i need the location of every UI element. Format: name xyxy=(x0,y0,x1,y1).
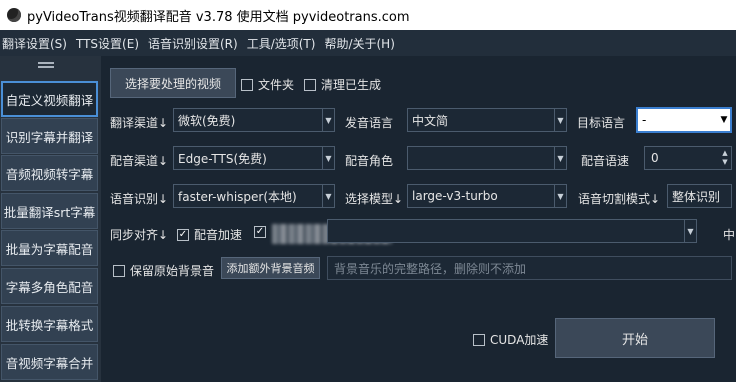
translate-channel-select[interactable]: 微软(免费) ▼ xyxy=(173,108,335,132)
voice-role-select[interactable]: ▼ xyxy=(407,146,567,170)
model-select[interactable]: large-v3-turbo ▼ xyxy=(407,184,567,208)
start-button[interactable]: 开始 xyxy=(555,318,715,358)
menu-help-about[interactable]: 帮助/关于(H) xyxy=(324,35,394,52)
menu-translation-settings[interactable]: 翻译设置(S) xyxy=(2,35,67,52)
sidebar-item-recognize-translate[interactable]: 识别字幕并翻译 xyxy=(1,118,98,154)
chevron-down-icon: ▼ xyxy=(720,115,728,125)
menu-bar: 翻译设置(S) TTS设置(E) 语音识别设置(R) 工具/选项(T) 帮助/关… xyxy=(0,30,736,56)
extra-option-checkbox-box[interactable]: ✓ xyxy=(254,226,266,238)
clear-generated-checkbox[interactable]: 清理已生成 xyxy=(304,76,381,93)
folder-checkbox-label: 文件夹 xyxy=(258,78,295,92)
speech-rate-value: 0 xyxy=(651,151,659,165)
voice-role-label: 配音角色 xyxy=(345,154,394,168)
title-bar: pyVideoTrans视频翻译配音 v3.78 使用文档 pyvideotra… xyxy=(0,0,736,30)
tts-speedup-checkbox[interactable]: ✓ 配音加速 xyxy=(177,226,242,243)
main-panel: 选择要处理的视频 文件夹 清理已生成 翻译渠道↓ 微软(免费) ▼ 发音语言 中… xyxy=(101,56,736,382)
split-mode-label[interactable]: 语音切割模式↓ xyxy=(578,190,660,207)
translate-channel-value: 微软(免费) xyxy=(178,113,236,128)
select-video-button[interactable]: 选择要处理的视频 xyxy=(110,68,236,98)
sync-align-label[interactable]: 同步对齐↓ xyxy=(110,226,168,243)
sidebar-item-batch-subtitle-dubbing[interactable]: 批量为字幕配音 xyxy=(1,230,98,266)
menu-asr-settings[interactable]: 语音识别设置(R) xyxy=(148,35,238,52)
sidebar-item-batch-translate-srt[interactable]: 批量翻译srt字幕 xyxy=(1,193,98,229)
keep-bgm-checkbox[interactable]: 保留原始背景音 xyxy=(113,262,214,279)
window-title: pyVideoTrans视频翻译配音 v3.78 使用文档 pyvideotra… xyxy=(27,9,410,25)
tts-channel-select[interactable]: Edge-TTS(免费) ▼ xyxy=(173,146,335,170)
clear-generated-checkbox-box[interactable] xyxy=(304,78,316,91)
translate-channel-label[interactable]: 翻译渠道↓ xyxy=(110,114,168,131)
speech-rate-spinbox[interactable]: 0 ▲ ▼ xyxy=(644,146,732,170)
chevron-down-icon: ▼ xyxy=(322,109,334,131)
speech-rate-label: 配音语速 xyxy=(581,154,630,168)
model-value: large-v3-turbo xyxy=(412,189,498,203)
asr-select[interactable]: faster-whisper(本地) ▼ xyxy=(173,184,335,208)
asr-label[interactable]: 语音识别↓ xyxy=(110,190,168,207)
cuda-checkbox-label: CUDA加速 xyxy=(490,333,549,347)
keep-bgm-checkbox-box[interactable] xyxy=(113,264,125,277)
clear-generated-checkbox-label: 清理已生成 xyxy=(321,78,382,92)
sidebar-item-multi-role-dubbing[interactable]: 字幕多角色配音 xyxy=(1,268,98,304)
bgm-path-input[interactable]: 背景音乐的完整路径，删除则不添加 xyxy=(327,256,732,280)
target-language-select[interactable]: - ▼ xyxy=(636,107,732,133)
keep-bgm-checkbox-label: 保留原始背景音 xyxy=(130,264,215,278)
sidebar-item-audio-video-to-subtitle[interactable]: 音频视频转字幕 xyxy=(1,155,98,191)
chevron-down-icon: ▼ xyxy=(554,185,566,207)
tts-channel-label[interactable]: 配音渠道↓ xyxy=(110,152,168,169)
option-select[interactable]: ▼ xyxy=(327,219,697,243)
cuda-checkbox[interactable]: CUDA加速 xyxy=(473,331,548,348)
sidebar-item-merge-av-subtitle[interactable]: 音视频字幕合并 xyxy=(1,344,98,380)
chevron-down-icon: ▼ xyxy=(322,185,334,207)
chevron-down-icon: ▼ xyxy=(684,220,696,242)
trailing-label: 中 xyxy=(723,228,736,242)
split-mode-value: 整体识别 xyxy=(672,189,721,204)
stepper-arrows-icon[interactable]: ▲ ▼ xyxy=(719,147,731,169)
chevron-down-icon: ▼ xyxy=(554,109,566,131)
app-logo-icon xyxy=(7,8,21,22)
source-language-select[interactable]: 中文简 ▼ xyxy=(407,108,567,132)
add-bgm-button[interactable]: 添加额外背景音频 xyxy=(221,257,320,279)
sidebar-collapse-handle-icon[interactable] xyxy=(38,62,54,68)
tts-speedup-checkbox-box[interactable]: ✓ xyxy=(177,228,189,241)
tts-speedup-checkbox-label: 配音加速 xyxy=(194,228,243,242)
folder-checkbox[interactable]: 文件夹 xyxy=(241,76,294,93)
sidebar-item-custom-video-translate[interactable]: 自定义视频翻译 xyxy=(1,81,98,117)
chevron-down-icon: ▼ xyxy=(322,147,334,169)
menu-tts-settings[interactable]: TTS设置(E) xyxy=(76,35,139,52)
tts-channel-value: Edge-TTS(免费) xyxy=(178,151,267,166)
source-language-label: 发音语言 xyxy=(345,116,394,130)
sidebar: 自定义视频翻译 识别字幕并翻译 音频视频转字幕 批量翻译srt字幕 批量为字幕配… xyxy=(0,56,101,382)
folder-checkbox-box[interactable] xyxy=(241,78,253,91)
source-language-value: 中文简 xyxy=(412,113,449,128)
target-language-value: - xyxy=(642,113,647,127)
asr-value: faster-whisper(本地) xyxy=(178,189,297,204)
cuda-checkbox-box[interactable] xyxy=(473,333,485,346)
extra-option-checkbox[interactable]: ✓ xyxy=(254,226,271,238)
sidebar-item-convert-subtitle-format[interactable]: 批转换字幕格式 xyxy=(1,306,98,342)
menu-tools-options[interactable]: 工具/选项(T) xyxy=(247,35,316,52)
chevron-down-icon: ▼ xyxy=(554,147,566,169)
target-language-label: 目标语言 xyxy=(577,116,626,130)
model-label[interactable]: 选择模型↓ xyxy=(345,190,403,207)
split-mode-select[interactable]: 整体识别 xyxy=(667,184,732,208)
